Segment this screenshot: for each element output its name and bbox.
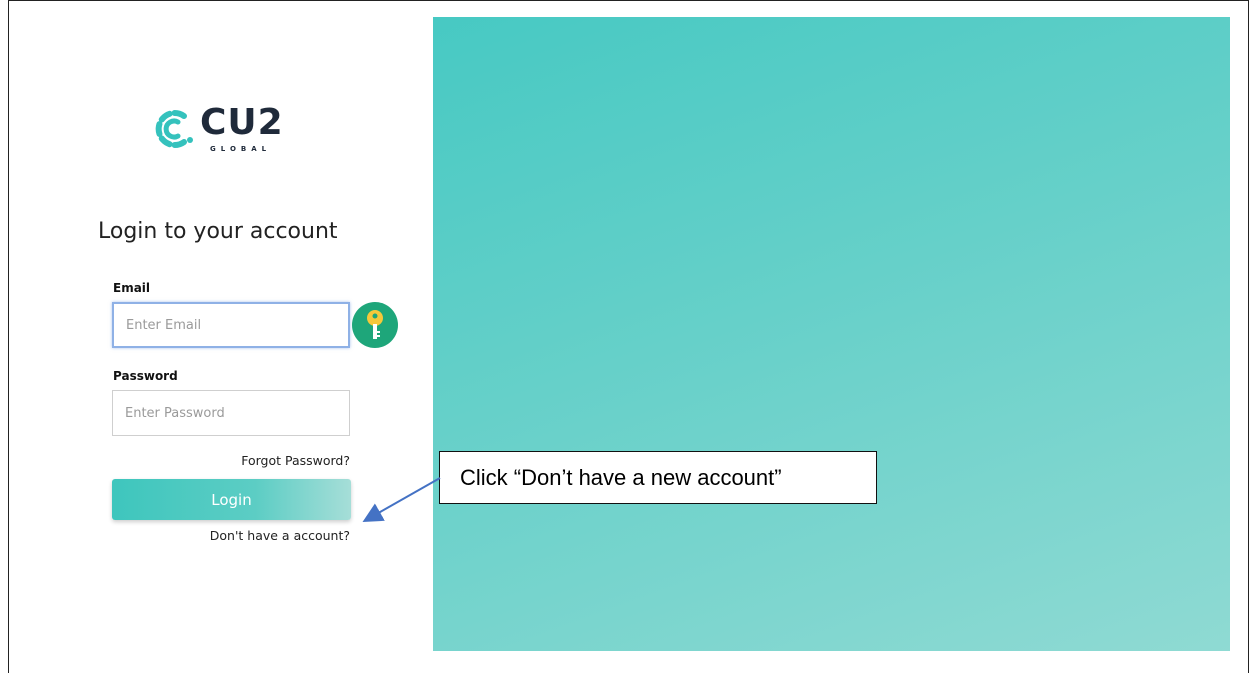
callout-arrow-icon <box>362 477 441 522</box>
